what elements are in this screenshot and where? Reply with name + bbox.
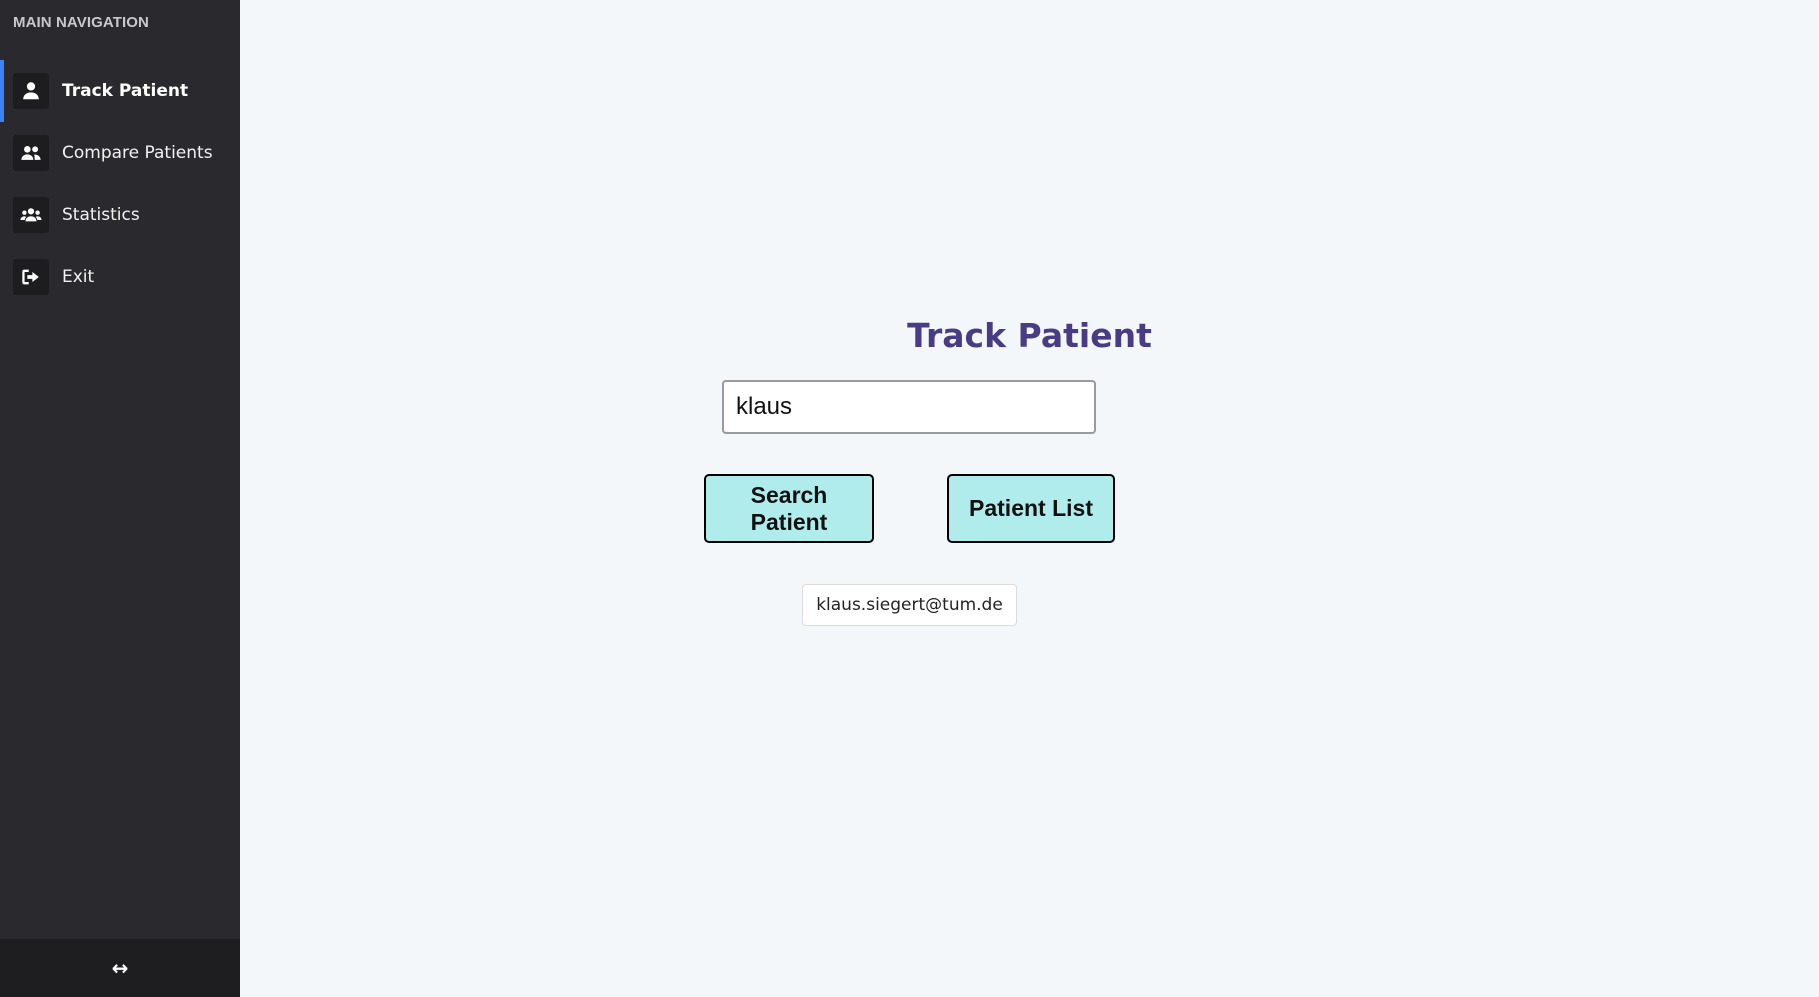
app-root: MAIN NAVIGATION Track Patient Compare Pa… (0, 0, 1819, 997)
main-content: Track Patient Search Patient Patient Lis… (240, 0, 1819, 997)
sign-out-icon (13, 259, 49, 295)
sidebar-item-exit[interactable]: Exit (0, 246, 240, 308)
user-pair-icon (13, 135, 49, 171)
sidebar-item-label: Track Patient (62, 81, 189, 101)
sidebar-item-label: Statistics (62, 205, 140, 225)
sidebar-item-label: Compare Patients (62, 143, 213, 163)
arrows-horizontal-icon: ↔ (111, 956, 129, 980)
search-patient-button[interactable]: Search Patient (704, 474, 874, 543)
nav-header: MAIN NAVIGATION (13, 14, 149, 31)
sidebar-item-label: Exit (62, 267, 95, 287)
sidebar: MAIN NAVIGATION Track Patient Compare Pa… (0, 0, 240, 997)
users-group-icon (13, 197, 49, 233)
sidebar-collapse-button[interactable]: ↔ (0, 939, 240, 997)
sidebar-item-track-patient[interactable]: Track Patient (0, 60, 240, 122)
patient-list-button[interactable]: Patient List (947, 474, 1115, 543)
user-email-badge: klaus.siegert@tum.de (802, 584, 1017, 626)
sidebar-item-compare-patients[interactable]: Compare Patients (0, 122, 240, 184)
patient-search-input[interactable] (722, 380, 1096, 434)
page-title: Track Patient (907, 316, 1152, 355)
nav-list: Track Patient Compare Patients Statistic… (0, 60, 240, 308)
sidebar-item-statistics[interactable]: Statistics (0, 184, 240, 246)
user-icon (13, 73, 49, 109)
